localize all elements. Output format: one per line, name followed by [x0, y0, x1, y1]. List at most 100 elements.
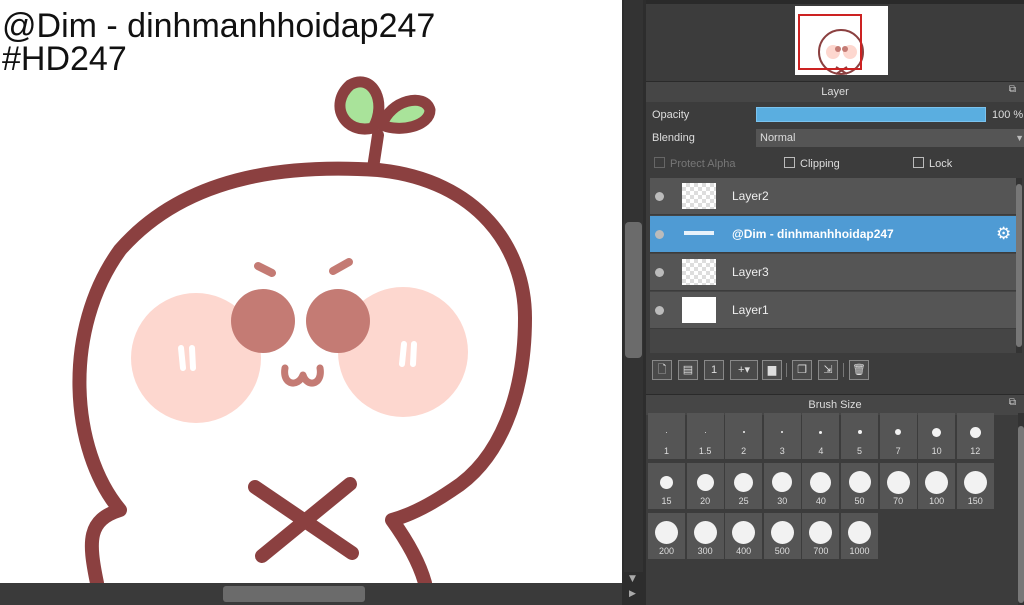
- canvas-horizontal-scrollbar[interactable]: [0, 583, 622, 605]
- layer-toolbar: 🗋 ▤ 1 +▾ ▆ ❐ ⇲ 🗑: [652, 360, 1018, 384]
- side-panel: Layer ⧉ Opacity 100 % Blending Normal ▼ …: [646, 0, 1024, 605]
- brush-size-label: 30: [777, 496, 788, 506]
- detach-panel-icon[interactable]: ⧉: [1007, 398, 1018, 409]
- brush-size-label: 1000: [849, 546, 870, 556]
- new-folder-button[interactable]: ▆: [762, 360, 782, 380]
- brush-size-label: 7: [895, 446, 901, 456]
- protect-alpha-label: Protect Alpha: [670, 158, 736, 170]
- vertical-scroll-thumb[interactable]: [625, 222, 642, 358]
- opacity-slider[interactable]: [756, 107, 986, 122]
- brush-preview-dot: [969, 426, 981, 438]
- brush-preview-dot: [734, 472, 754, 492]
- brush-preview-dot: [732, 520, 756, 544]
- brush-size-preset[interactable]: 1.5: [686, 413, 724, 459]
- new-layer-icon: 🗋: [657, 364, 667, 376]
- brush-size-preset[interactable]: 200: [648, 513, 685, 559]
- brush-size-preset[interactable]: 2: [725, 413, 763, 459]
- blending-mode-select[interactable]: Normal ▼: [756, 129, 1024, 147]
- brush-size-preset[interactable]: 7: [879, 413, 917, 459]
- clipping-label: Clipping: [800, 158, 840, 170]
- layer-row[interactable]: Layer3: [650, 254, 1016, 291]
- layer-row[interactable]: Layer2: [650, 178, 1016, 215]
- brush-size-preset[interactable]: 300: [686, 513, 724, 559]
- thumbnail-text-strip: [684, 231, 714, 235]
- trash-icon: 🗑: [852, 364, 866, 376]
- toolbar-separator: [843, 363, 844, 377]
- brush-preview-dot: [655, 520, 678, 544]
- navigator-preview[interactable]: [795, 6, 888, 75]
- add-layer-dropdown-icon: +▾: [738, 364, 750, 376]
- add-layer-dropdown-button[interactable]: +▾: [730, 360, 758, 380]
- brush-size-preset[interactable]: 1: [648, 413, 685, 459]
- brush-size-preset[interactable]: 150: [956, 463, 994, 509]
- scroll-right-arrow-icon[interactable]: ▶: [629, 589, 636, 599]
- brush-size-label: 12: [970, 446, 981, 456]
- delete-layer-button[interactable]: 🗑: [849, 360, 869, 380]
- detach-panel-icon[interactable]: ⧉: [1007, 85, 1018, 96]
- brush-size-label: 400: [736, 546, 752, 556]
- brush-size-preset[interactable]: 100: [918, 463, 956, 509]
- new-raster-layer-button[interactable]: ▤: [678, 360, 698, 380]
- brush-preview-dot: [932, 427, 942, 437]
- merge-down-button[interactable]: ⇲: [818, 360, 838, 380]
- visibility-icon[interactable]: [655, 230, 664, 239]
- brush-size-label: 1.5: [698, 446, 712, 456]
- brush-size-label: 10: [931, 446, 942, 456]
- navigator-toolbar: [646, 0, 1024, 4]
- layer-row[interactable]: Layer1: [650, 292, 1016, 329]
- brush-size-preset[interactable]: 400: [725, 513, 763, 559]
- brush-size-preset[interactable]: 30: [763, 463, 801, 509]
- new-1bit-layer-button[interactable]: 1: [704, 360, 724, 380]
- visibility-icon[interactable]: [655, 268, 664, 277]
- brush-panel-scroll-thumb[interactable]: [1018, 426, 1024, 603]
- brush-size-preset[interactable]: 4: [802, 413, 840, 459]
- drawing-canvas[interactable]: @Dim - dinhmanhhoidap247 #HD247: [0, 0, 622, 583]
- brush-preview-dot: [819, 430, 823, 434]
- protect-alpha-checkbox[interactable]: Protect Alpha: [654, 156, 735, 172]
- brush-preview-dot: [809, 520, 833, 544]
- brush-size-preset[interactable]: 70: [879, 463, 917, 509]
- brush-size-preset[interactable]: 10: [918, 413, 956, 459]
- layer-name: Layer2: [732, 189, 769, 203]
- new-layer-button[interactable]: 🗋: [652, 360, 672, 380]
- gear-icon[interactable]: ⚙: [996, 225, 1012, 242]
- brush-size-preset[interactable]: 40: [802, 463, 840, 509]
- clipping-checkbox[interactable]: Clipping: [784, 156, 840, 172]
- brush-size-label: 1: [663, 446, 669, 456]
- layer-row-selected[interactable]: @Dim - dinhmanhhoidap247 ⚙: [650, 216, 1016, 253]
- visibility-icon[interactable]: [655, 192, 664, 201]
- brush-size-label: 20: [700, 496, 711, 506]
- brush-preview-dot: [857, 430, 862, 434]
- brush-panel-scrollbar[interactable]: [1018, 413, 1024, 605]
- artwork-illustration: [72, 76, 532, 583]
- brush-size-label: 700: [813, 546, 829, 556]
- visibility-icon[interactable]: [655, 306, 664, 315]
- brush-size-preset[interactable]: 700: [802, 513, 840, 559]
- brush-size-preset[interactable]: 20: [686, 463, 724, 509]
- layer-name: @Dim - dinhmanhhoidap247: [732, 227, 894, 241]
- layer-list-scrollbar[interactable]: [1016, 178, 1022, 353]
- toolbar-separator: [786, 363, 787, 377]
- brush-size-preset[interactable]: 15: [648, 463, 685, 509]
- brush-size-label: 2: [741, 446, 747, 456]
- horizontal-scroll-thumb[interactable]: [223, 586, 365, 602]
- brush-size-preset[interactable]: 25: [725, 463, 763, 509]
- canvas-vertical-scrollbar[interactable]: ▼ ▶: [622, 0, 646, 605]
- brush-preview-dot: [963, 470, 987, 494]
- navigator-viewport-frame[interactable]: [798, 14, 862, 70]
- brush-size-label: 100: [929, 496, 945, 506]
- brush-size-preset[interactable]: 50: [841, 463, 878, 509]
- brush-size-preset[interactable]: 5: [841, 413, 878, 459]
- checkbox-icon: [784, 157, 795, 168]
- duplicate-layer-button[interactable]: ❐: [792, 360, 812, 380]
- brush-size-preset[interactable]: 12: [956, 413, 994, 459]
- layer-list-scroll-thumb[interactable]: [1016, 184, 1022, 347]
- duplicate-layer-icon: ❐: [797, 364, 807, 376]
- brush-size-preset[interactable]: 1000: [841, 513, 878, 559]
- brush-size-label: 15: [661, 496, 672, 506]
- opacity-row: Opacity 100 %: [652, 107, 1024, 125]
- brush-size-preset[interactable]: 500: [763, 513, 801, 559]
- brush-size-preset[interactable]: 3: [763, 413, 801, 459]
- scroll-down-arrow-icon[interactable]: ▼: [629, 574, 636, 584]
- lock-checkbox[interactable]: Lock: [913, 156, 952, 172]
